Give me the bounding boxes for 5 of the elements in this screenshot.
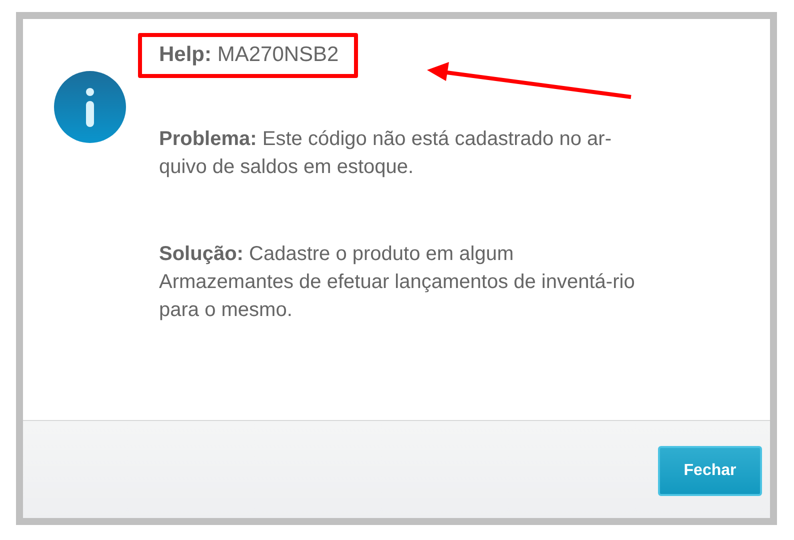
message-paragraph: Problema: Este código não está cadastrado no ar- quivo de saldos em estoque. [159, 127, 612, 180]
message-paragraph: Solução: Cadastre o produto em algum Armazemantes de efetuar lançamentos de inventá-rio para o mesmo. [159, 242, 635, 323]
info-icon [53, 70, 127, 144]
help-title: Help: MA270NSB2 [138, 33, 358, 78]
close-button[interactable]: Fechar [658, 446, 762, 496]
